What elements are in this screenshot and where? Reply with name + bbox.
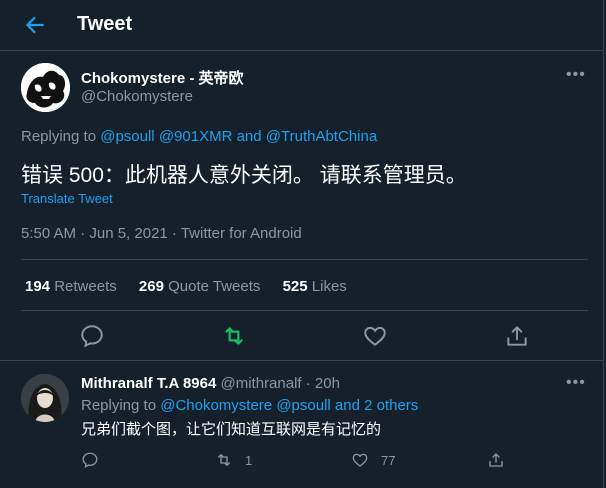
- tweet-timestamp[interactable]: 5:50 AM · Jun 5, 2021 · Twitter for Andr…: [21, 225, 302, 242]
- quote-tweets-stat[interactable]: 269 Quote Tweets: [139, 278, 260, 295]
- share-icon: [489, 453, 503, 467]
- more-options-icon[interactable]: •••: [566, 66, 588, 86]
- author-display-name[interactable]: Chokomystere - 英帝欧: [81, 67, 244, 88]
- tweet-detail-page: Tweet Chokomystere - 英帝欧 @Chokomystere •…: [0, 0, 604, 488]
- retweet-icon[interactable]: [221, 323, 247, 349]
- tweet-text: 错误 500：此机器人意外关闭。 请联系管理员。: [21, 164, 467, 187]
- likes-stat[interactable]: 525 Likes: [283, 278, 347, 295]
- retweet-icon: [218, 454, 230, 466]
- reply-like-button[interactable]: 77: [351, 450, 395, 470]
- reply-like-count: 77: [381, 452, 396, 468]
- reply-mentions-link[interactable]: @Chokomystere @psoull and 2 others: [160, 397, 418, 414]
- divider: [0, 360, 604, 361]
- replying-prefix: Replying to: [21, 128, 101, 145]
- reply-retweet-count: 1: [245, 452, 253, 468]
- reply-icon: [82, 452, 98, 468]
- reply-more-options-icon[interactable]: •••: [566, 374, 588, 394]
- reply-author-display-name[interactable]: Mithranalf T.A 8964: [81, 375, 216, 392]
- replying-to-line: Replying to @psoull @901XMR and @TruthAb…: [21, 128, 377, 145]
- mention-psoull[interactable]: @psoull: [100, 128, 154, 145]
- share-icon[interactable]: [504, 323, 530, 349]
- replying-and: and: [232, 128, 266, 145]
- reply-reply-button[interactable]: [81, 450, 111, 470]
- reply-text: 兄弟们截个图，让它们知道互联网是有记忆的: [81, 421, 382, 438]
- back-arrow-icon[interactable]: [22, 12, 48, 38]
- reply-icon[interactable]: [79, 323, 105, 349]
- reply-author-line: Mithranalf T.A 8964 @mithranalf · 20h: [81, 375, 340, 392]
- reply-author-avatar[interactable]: [21, 374, 69, 422]
- reply-replying-prefix: Replying to: [81, 397, 161, 414]
- author-handle[interactable]: @Chokomystere: [81, 88, 193, 105]
- translate-tweet-link[interactable]: Translate Tweet: [21, 191, 113, 206]
- reply-share-button[interactable]: [487, 450, 517, 470]
- like-icon[interactable]: [362, 323, 388, 349]
- page-title: Tweet: [77, 13, 133, 35]
- author-avatar[interactable]: [21, 63, 70, 112]
- mention-901xmr[interactable]: @901XMR: [159, 128, 233, 145]
- divider: [21, 259, 588, 260]
- reply-author-handle[interactable]: @mithranalf · 20h: [221, 375, 340, 392]
- page-header: Tweet: [0, 0, 604, 51]
- mention-truthabtchina[interactable]: @TruthAbtChina: [266, 128, 377, 145]
- divider: [21, 310, 588, 311]
- reply-retweet-button[interactable]: 1: [215, 450, 252, 470]
- tweet-stats: 194 Retweets 269 Quote Tweets 525 Likes: [25, 278, 365, 295]
- retweets-stat[interactable]: 194 Retweets: [25, 278, 117, 295]
- reply-replying-to-line: Replying to @Chokomystere @psoull and 2 …: [81, 397, 418, 414]
- like-icon: [352, 453, 368, 467]
